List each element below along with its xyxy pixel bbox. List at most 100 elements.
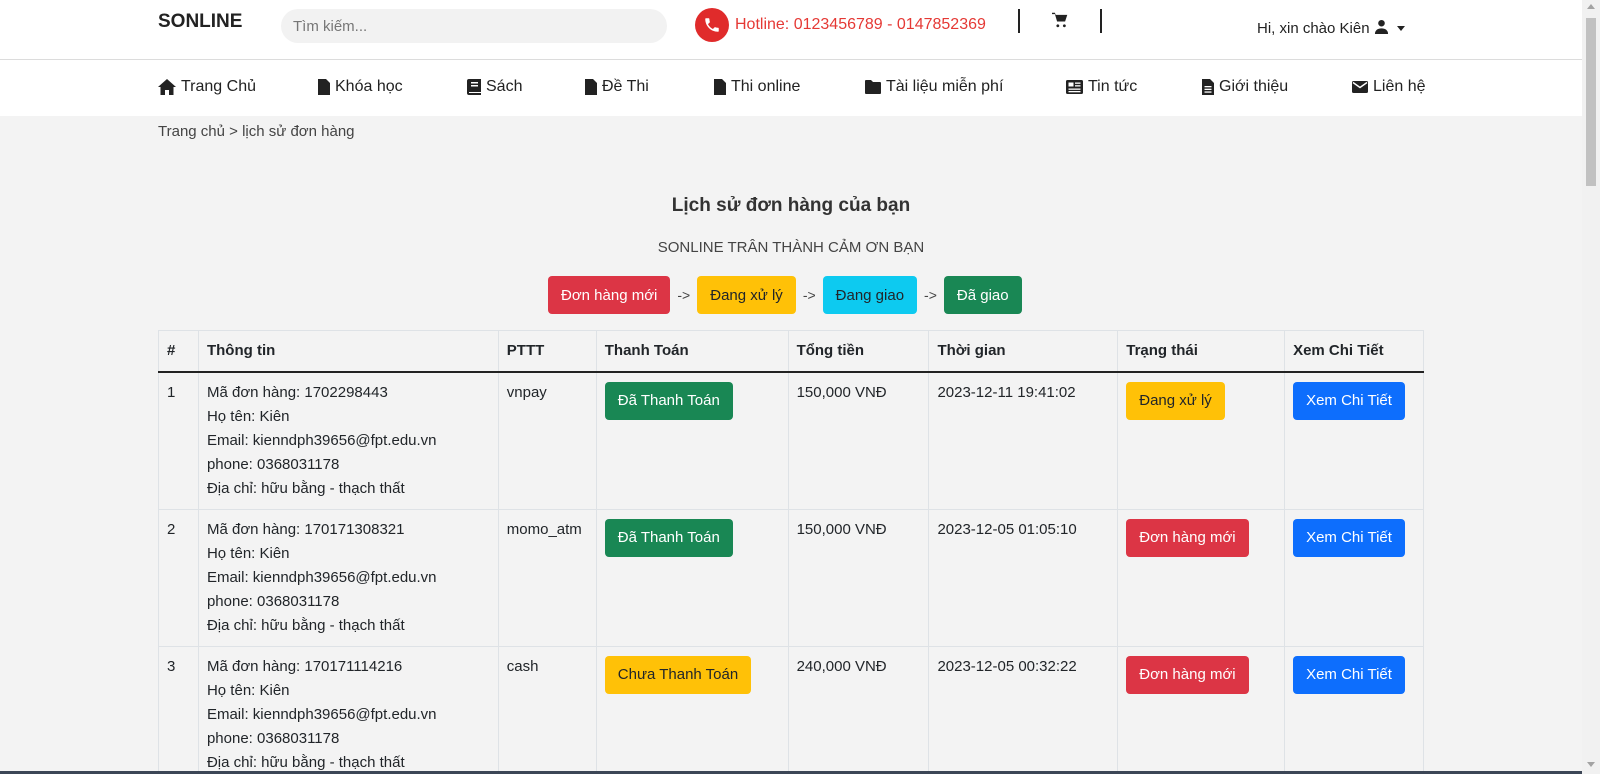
order-status-badge: Đang xử lý <box>1126 381 1225 420</box>
view-cell: Xem Chi Tiết <box>1284 508 1424 647</box>
order-number: 1 <box>158 371 199 510</box>
table-row: 2 Mã đơn hàng: 170171308321 Họ tên: Kiên… <box>158 508 1424 647</box>
chevron-down-icon <box>1396 26 1405 31</box>
payment-status-badge: Đã Thanh Toán <box>604 518 733 557</box>
table-header-row: # Thông tin PTTT Thanh Toán Tổng tiền Th… <box>158 330 1424 373</box>
customer-email: Email: kienndph39656@fpt.edu.vn <box>206 431 437 449</box>
envelope-icon <box>1352 81 1368 93</box>
status-cell: Đơn hàng mới <box>1117 508 1286 647</box>
greeting-text: Hi, xin chào Kiên <box>1257 20 1370 37</box>
payment-status-badge: Chưa Thanh Toán <box>604 655 752 694</box>
order-total: 240,000 VNĐ <box>787 645 930 774</box>
nav-label: Khóa học <box>335 78 403 95</box>
payment-method: vnpay <box>497 371 597 510</box>
nav-label: Liên hệ <box>1373 78 1426 95</box>
column-header: PTTT <box>497 330 597 373</box>
nav-item-online-test[interactable]: Thi online <box>714 78 800 96</box>
column-header: # <box>158 330 199 373</box>
nav-item-news[interactable]: Tin tức <box>1066 78 1137 96</box>
flow-arrow: -> <box>802 287 816 303</box>
file-icon <box>585 79 597 95</box>
column-header: Tổng tiền <box>787 330 930 373</box>
nav-item-courses[interactable]: Khóa học <box>318 78 403 96</box>
table-row: 3 Mã đơn hàng: 170171114216 Họ tên: Kiên… <box>158 645 1424 774</box>
page-title: Lịch sử đơn hàng của bạn <box>671 195 911 216</box>
order-total: 150,000 VNĐ <box>787 371 930 510</box>
customer-phone: phone: 0368031178 <box>206 729 340 747</box>
payment-cell: Chưa Thanh Toán <box>595 645 789 774</box>
nav-label: Giới thiệu <box>1219 78 1289 95</box>
nav-label: Tài liệu miễn phí <box>886 78 1004 95</box>
order-status-badge: Đơn hàng mới <box>1126 655 1249 694</box>
customer-address: Địa chỉ: hữu bằng - thạch thất <box>206 479 405 497</box>
order-history-table: # Thông tin PTTT Thanh Toán Tổng tiền Th… <box>158 330 1424 774</box>
status-delivered-badge: Đã giao <box>943 276 1022 314</box>
view-cell: Xem Chi Tiết <box>1284 371 1424 510</box>
page-scrollbar[interactable] <box>1582 0 1600 774</box>
customer-name: Họ tên: Kiên <box>206 681 290 699</box>
view-cell: Xem Chi Tiết <box>1284 645 1424 774</box>
view-detail-button[interactable]: Xem Chi Tiết <box>1293 518 1405 557</box>
nav-item-exams[interactable]: Đề Thi <box>585 78 649 96</box>
order-time: 2023-12-05 00:32:22 <box>928 645 1119 774</box>
newspaper-icon <box>1066 80 1083 94</box>
status-cell: Đơn hàng mới <box>1117 645 1286 774</box>
view-detail-button[interactable]: Xem Chi Tiết <box>1293 655 1405 694</box>
scrollbar-thumb[interactable] <box>1586 18 1596 186</box>
customer-email: Email: kienndph39656@fpt.edu.vn <box>206 705 437 723</box>
order-code: Mã đơn hàng: 1702298443 <box>206 383 388 401</box>
divider <box>1018 9 1020 33</box>
user-icon <box>1374 19 1389 38</box>
customer-email: Email: kienndph39656@fpt.edu.vn <box>206 568 437 586</box>
order-code: Mã đơn hàng: 170171114216 <box>206 657 403 675</box>
search-input[interactable] <box>281 9 667 43</box>
order-info: Mã đơn hàng: 170171114216 Họ tên: Kiên E… <box>197 645 499 774</box>
cart-icon[interactable] <box>1051 12 1069 33</box>
nav-label: Thi online <box>731 78 801 95</box>
customer-address: Địa chỉ: hữu bằng - thạch thất <box>206 616 405 634</box>
brand-logo[interactable]: SONLINE <box>158 11 242 33</box>
nav-item-about[interactable]: Giới thiệu <box>1202 78 1288 96</box>
order-number: 3 <box>158 645 199 774</box>
phone-icon <box>695 8 729 42</box>
nav-item-home[interactable]: Trang Chủ <box>158 78 256 96</box>
hotline-text: Hotline: 0123456789 - 0147852369 <box>735 16 986 33</box>
column-header: Thông tin <box>197 330 499 373</box>
status-cell: Đang xử lý <box>1117 371 1286 510</box>
home-icon <box>158 79 176 95</box>
order-time: 2023-12-11 19:41:02 <box>928 371 1119 510</box>
nav-label: Sách <box>486 78 523 95</box>
payment-method: cash <box>497 645 597 774</box>
customer-name: Họ tên: Kiên <box>206 407 290 425</box>
column-header: Xem Chi Tiết <box>1284 330 1424 373</box>
main-nav: Trang Chủ Khóa học Sách Đề Thi Thi onlin… <box>0 60 1582 116</box>
hotline: Hotline: 0123456789 - 0147852369 <box>695 8 986 42</box>
nav-item-books[interactable]: Sách <box>467 78 522 96</box>
nav-label: Trang Chủ <box>181 78 256 95</box>
nav-label: Đề Thi <box>602 78 649 95</box>
payment-cell: Đã Thanh Toán <box>595 371 789 510</box>
payment-method: momo_atm <box>497 508 597 647</box>
user-menu[interactable]: Hi, xin chào Kiên <box>1257 19 1405 38</box>
book-icon <box>467 79 481 95</box>
status-processing-badge: Đang xử lý <box>697 276 796 314</box>
scroll-down-arrow-icon[interactable] <box>1587 762 1595 767</box>
nav-item-contact[interactable]: Liên hệ <box>1352 78 1426 96</box>
file-icon <box>318 79 330 95</box>
table-row: 1 Mã đơn hàng: 1702298443 Họ tên: Kiên E… <box>158 371 1424 510</box>
column-header: Thời gian <box>928 330 1119 373</box>
status-new-badge: Đơn hàng mới <box>548 276 671 314</box>
flow-arrow: -> <box>677 287 691 303</box>
view-detail-button[interactable]: Xem Chi Tiết <box>1293 381 1405 420</box>
nav-label: Tin tức <box>1088 78 1138 95</box>
file-text-icon <box>1202 79 1214 95</box>
folder-icon <box>865 80 881 94</box>
order-code: Mã đơn hàng: 170171308321 <box>206 520 405 538</box>
order-number: 2 <box>158 508 199 647</box>
file-icon <box>714 79 726 95</box>
order-total: 150,000 VNĐ <box>787 508 930 647</box>
breadcrumb[interactable]: Trang chủ > lịch sử đơn hàng <box>158 123 355 140</box>
scroll-up-arrow-icon[interactable] <box>1587 4 1595 9</box>
nav-item-free-docs[interactable]: Tài liệu miễn phí <box>865 78 1003 96</box>
order-status-badge: Đơn hàng mới <box>1126 518 1249 557</box>
